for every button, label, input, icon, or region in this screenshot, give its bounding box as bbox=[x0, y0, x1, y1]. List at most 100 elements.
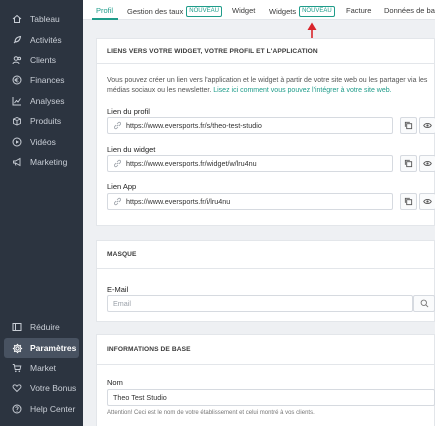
sidebar-item-tableau[interactable]: Tableau bbox=[4, 9, 79, 29]
heart-icon bbox=[9, 383, 25, 393]
help-icon bbox=[9, 404, 25, 414]
sidebar-item-label: Réduire bbox=[30, 322, 60, 332]
megaphone-icon bbox=[9, 157, 25, 167]
profile-link-label: Lien du profil bbox=[107, 107, 150, 116]
copy-profile-link-button[interactable] bbox=[400, 117, 417, 134]
search-button[interactable] bbox=[413, 295, 435, 312]
new-badge: NOUVEAU bbox=[299, 6, 335, 17]
search-icon bbox=[420, 299, 428, 308]
users-icon bbox=[9, 55, 25, 65]
link-icon bbox=[110, 159, 124, 168]
tab-gestion-des-taux[interactable]: Gestion des taux NOUVEAU bbox=[127, 6, 222, 17]
link-icon bbox=[110, 197, 124, 206]
chart-icon bbox=[9, 96, 25, 106]
card-title: MASQUE bbox=[97, 241, 434, 269]
sidebar-item-parametres[interactable]: Paramètres bbox=[4, 338, 79, 358]
copy-app-link-button[interactable] bbox=[400, 193, 417, 210]
link-icon bbox=[110, 121, 124, 130]
sidebar-item-label: Marketing bbox=[30, 157, 68, 167]
eye-icon bbox=[423, 123, 432, 128]
widget-link-url: https://www.eversports.fr/widget/w/lru4n… bbox=[126, 159, 257, 168]
tab-profil[interactable]: Profil bbox=[96, 6, 113, 15]
gear-icon bbox=[9, 343, 25, 354]
email-label: E-Mail bbox=[107, 285, 129, 294]
sidebar-item-videos[interactable]: Vidéos bbox=[4, 132, 79, 152]
tab-label: Widgets bbox=[269, 7, 297, 16]
sidebar-item-label: Vidéos bbox=[30, 137, 56, 147]
integration-help-link[interactable]: Lisez ici comment vous pouvez l'intégrer… bbox=[213, 87, 391, 94]
description-text: médias sociaux ou les newsletter. bbox=[107, 87, 214, 94]
sidebar-item-label: Market bbox=[30, 363, 56, 373]
app-link-url: https://www.eversports.fr/i/lru4nu bbox=[126, 197, 231, 206]
sidebar-item-label: Help Center bbox=[30, 404, 76, 414]
profile-link-url: https://www.eversports.fr/s/theo-test-st… bbox=[126, 121, 262, 130]
copy-widget-link-button[interactable] bbox=[400, 155, 417, 172]
view-app-link-button[interactable] bbox=[419, 193, 435, 210]
tab-donnees-de-base[interactable]: Données de bas bbox=[384, 6, 435, 15]
eye-icon bbox=[423, 161, 432, 166]
sidebar-item-bonus[interactable]: Votre Bonus bbox=[4, 378, 79, 398]
profile-link-field[interactable]: https://www.eversports.fr/s/theo-test-st… bbox=[107, 117, 393, 134]
home-icon bbox=[9, 14, 25, 24]
app-link-label: Lien App bbox=[107, 182, 137, 191]
description-line: Vous pouvez créer un lien vers l'applica… bbox=[107, 77, 428, 84]
email-placeholder: Email bbox=[113, 299, 131, 308]
new-badge: NOUVEAU bbox=[186, 6, 222, 17]
copy-icon bbox=[404, 197, 413, 206]
sidebar-item-label: Votre Bonus bbox=[30, 383, 77, 393]
play-icon bbox=[9, 137, 25, 147]
tab-widget[interactable]: Widget bbox=[232, 6, 255, 15]
sidebar-item-label: Paramètres bbox=[30, 343, 77, 353]
sidebar-item-help[interactable]: Help Center bbox=[4, 399, 79, 419]
card-title: LIENS VERS VOTRE WIDGET, VOTRE PROFIL ET… bbox=[97, 39, 434, 64]
name-label: Nom bbox=[107, 378, 123, 387]
sidebar-item-label: Tableau bbox=[30, 14, 60, 24]
sidebar-item-label: Activités bbox=[30, 35, 62, 45]
copy-icon bbox=[404, 159, 413, 168]
sidebar-item-marketing[interactable]: Marketing bbox=[4, 152, 79, 172]
view-widget-link-button[interactable] bbox=[419, 155, 435, 172]
email-input[interactable]: Email bbox=[107, 295, 413, 312]
active-tab-indicator bbox=[92, 18, 118, 20]
sidebar-item-produits[interactable]: Produits bbox=[4, 111, 79, 131]
name-help-text: Attention! Ceci est le nom de votre étab… bbox=[107, 410, 315, 416]
mask-card: MASQUE E-Mail Email bbox=[96, 240, 435, 322]
sidebar-item-clients[interactable]: Clients bbox=[4, 50, 79, 70]
app-link-field[interactable]: https://www.eversports.fr/i/lru4nu bbox=[107, 193, 393, 210]
cart-icon bbox=[9, 363, 25, 373]
box-icon bbox=[9, 116, 25, 126]
links-description: Vous pouvez créer un lien vers l'applica… bbox=[107, 76, 435, 96]
tab-label: Profil bbox=[96, 6, 114, 15]
sidebar-item-analyses[interactable]: Analyses bbox=[4, 91, 79, 111]
sidebar: Tableau Activités Clients Finances Analy… bbox=[0, 0, 83, 426]
name-input[interactable]: Theo Test Studio bbox=[107, 389, 435, 406]
sidebar-item-finances[interactable]: Finances bbox=[4, 70, 79, 90]
tab-label: Gestion des taux bbox=[127, 7, 184, 16]
base-info-card: INFORMATIONS DE BASE Nom Theo Test Studi… bbox=[96, 334, 435, 426]
tab-label: Facture bbox=[346, 6, 372, 15]
widget-link-label: Lien du widget bbox=[107, 145, 156, 154]
tab-widgets[interactable]: Widgets NOUVEAU bbox=[269, 6, 335, 17]
sidebar-item-label: Clients bbox=[30, 55, 56, 65]
collapse-icon bbox=[9, 322, 25, 332]
tab-label: Widget bbox=[232, 6, 256, 15]
sidebar-item-reduire[interactable]: Réduire bbox=[4, 317, 79, 337]
sidebar-item-label: Produits bbox=[30, 116, 62, 126]
name-value: Theo Test Studio bbox=[113, 393, 167, 402]
links-card: LIENS VERS VOTRE WIDGET, VOTRE PROFIL ET… bbox=[96, 38, 435, 226]
rocket-icon bbox=[9, 35, 25, 45]
sidebar-item-market[interactable]: Market bbox=[4, 358, 79, 378]
euro-icon bbox=[9, 75, 25, 85]
sidebar-item-label: Finances bbox=[30, 75, 65, 85]
settings-tabs: Profil Gestion des taux NOUVEAU Widget Wi… bbox=[83, 0, 435, 20]
description-line: médias sociaux ou les newsletter. Lisez … bbox=[107, 86, 435, 96]
card-title: INFORMATIONS DE BASE bbox=[97, 335, 434, 365]
sidebar-item-activites[interactable]: Activités bbox=[4, 30, 79, 50]
tab-label: Données de bas bbox=[384, 6, 435, 15]
widget-link-field[interactable]: https://www.eversports.fr/widget/w/lru4n… bbox=[107, 155, 393, 172]
view-profile-link-button[interactable] bbox=[419, 117, 435, 134]
tab-facture[interactable]: Facture bbox=[346, 6, 371, 15]
copy-icon bbox=[404, 121, 413, 130]
sidebar-item-label: Analyses bbox=[30, 96, 65, 106]
eye-icon bbox=[423, 199, 432, 204]
